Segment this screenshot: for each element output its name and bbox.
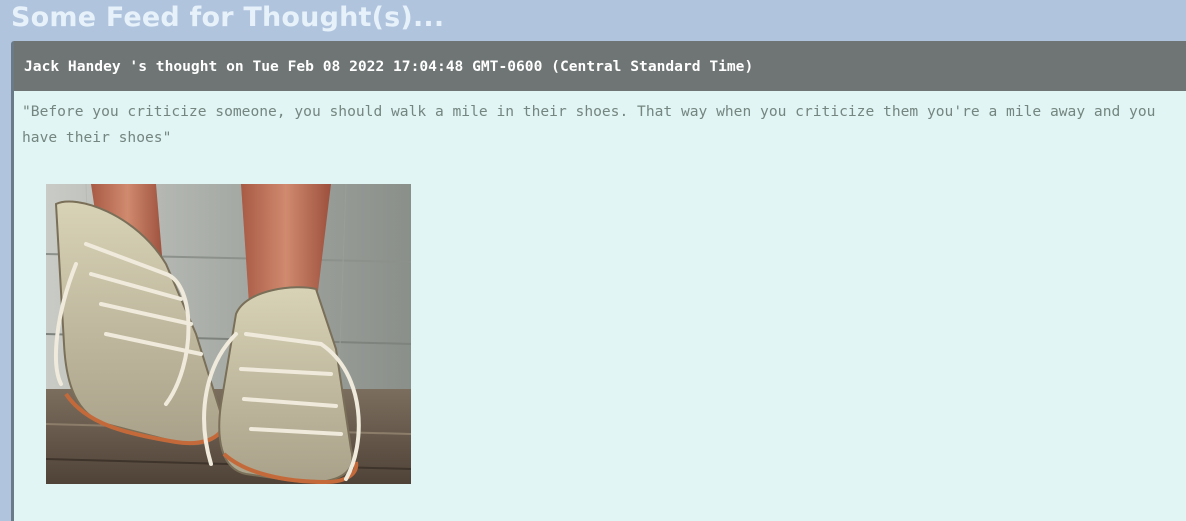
thought-header: Jack Handey 's thought on Tue Feb 08 202… bbox=[14, 41, 1186, 91]
page-title: Some Feed for Thought(s)... bbox=[11, 2, 445, 33]
thought-card: Jack Handey 's thought on Tue Feb 08 202… bbox=[11, 41, 1186, 521]
sneakers-image bbox=[46, 184, 411, 484]
thought-quote: "Before you criticize someone, you shoul… bbox=[22, 103, 1156, 146]
